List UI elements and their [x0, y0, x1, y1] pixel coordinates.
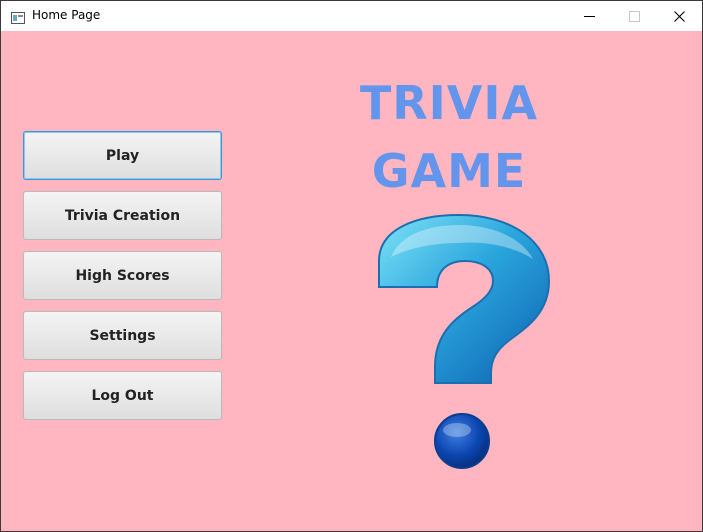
- app-window: Home Page Play Trivia Creation High Scor…: [0, 0, 703, 532]
- maximize-icon: [628, 10, 640, 22]
- trivia-creation-button[interactable]: Trivia Creation: [23, 191, 222, 240]
- question-mark-icon: [361, 211, 561, 471]
- title-bar[interactable]: Home Page: [1, 1, 702, 31]
- close-icon: [673, 10, 685, 22]
- game-title-line2: GAME: [371, 144, 527, 198]
- log-out-button[interactable]: Log Out: [23, 371, 222, 420]
- game-title-line1: TRIVIA: [359, 76, 539, 130]
- app-window-icon: [11, 9, 25, 24]
- play-button[interactable]: Play: [23, 131, 222, 180]
- settings-button[interactable]: Settings: [23, 311, 222, 360]
- high-scores-button[interactable]: High Scores: [23, 251, 222, 300]
- window-title: Home Page: [32, 8, 101, 22]
- game-title: TRIVIA GAME: [321, 69, 577, 205]
- home-content: Play Trivia Creation High Scores Setting…: [1, 31, 702, 531]
- close-button[interactable]: [656, 1, 702, 31]
- minimize-icon: [583, 11, 595, 22]
- minimize-button[interactable]: [566, 1, 612, 31]
- maximize-button[interactable]: [611, 1, 657, 31]
